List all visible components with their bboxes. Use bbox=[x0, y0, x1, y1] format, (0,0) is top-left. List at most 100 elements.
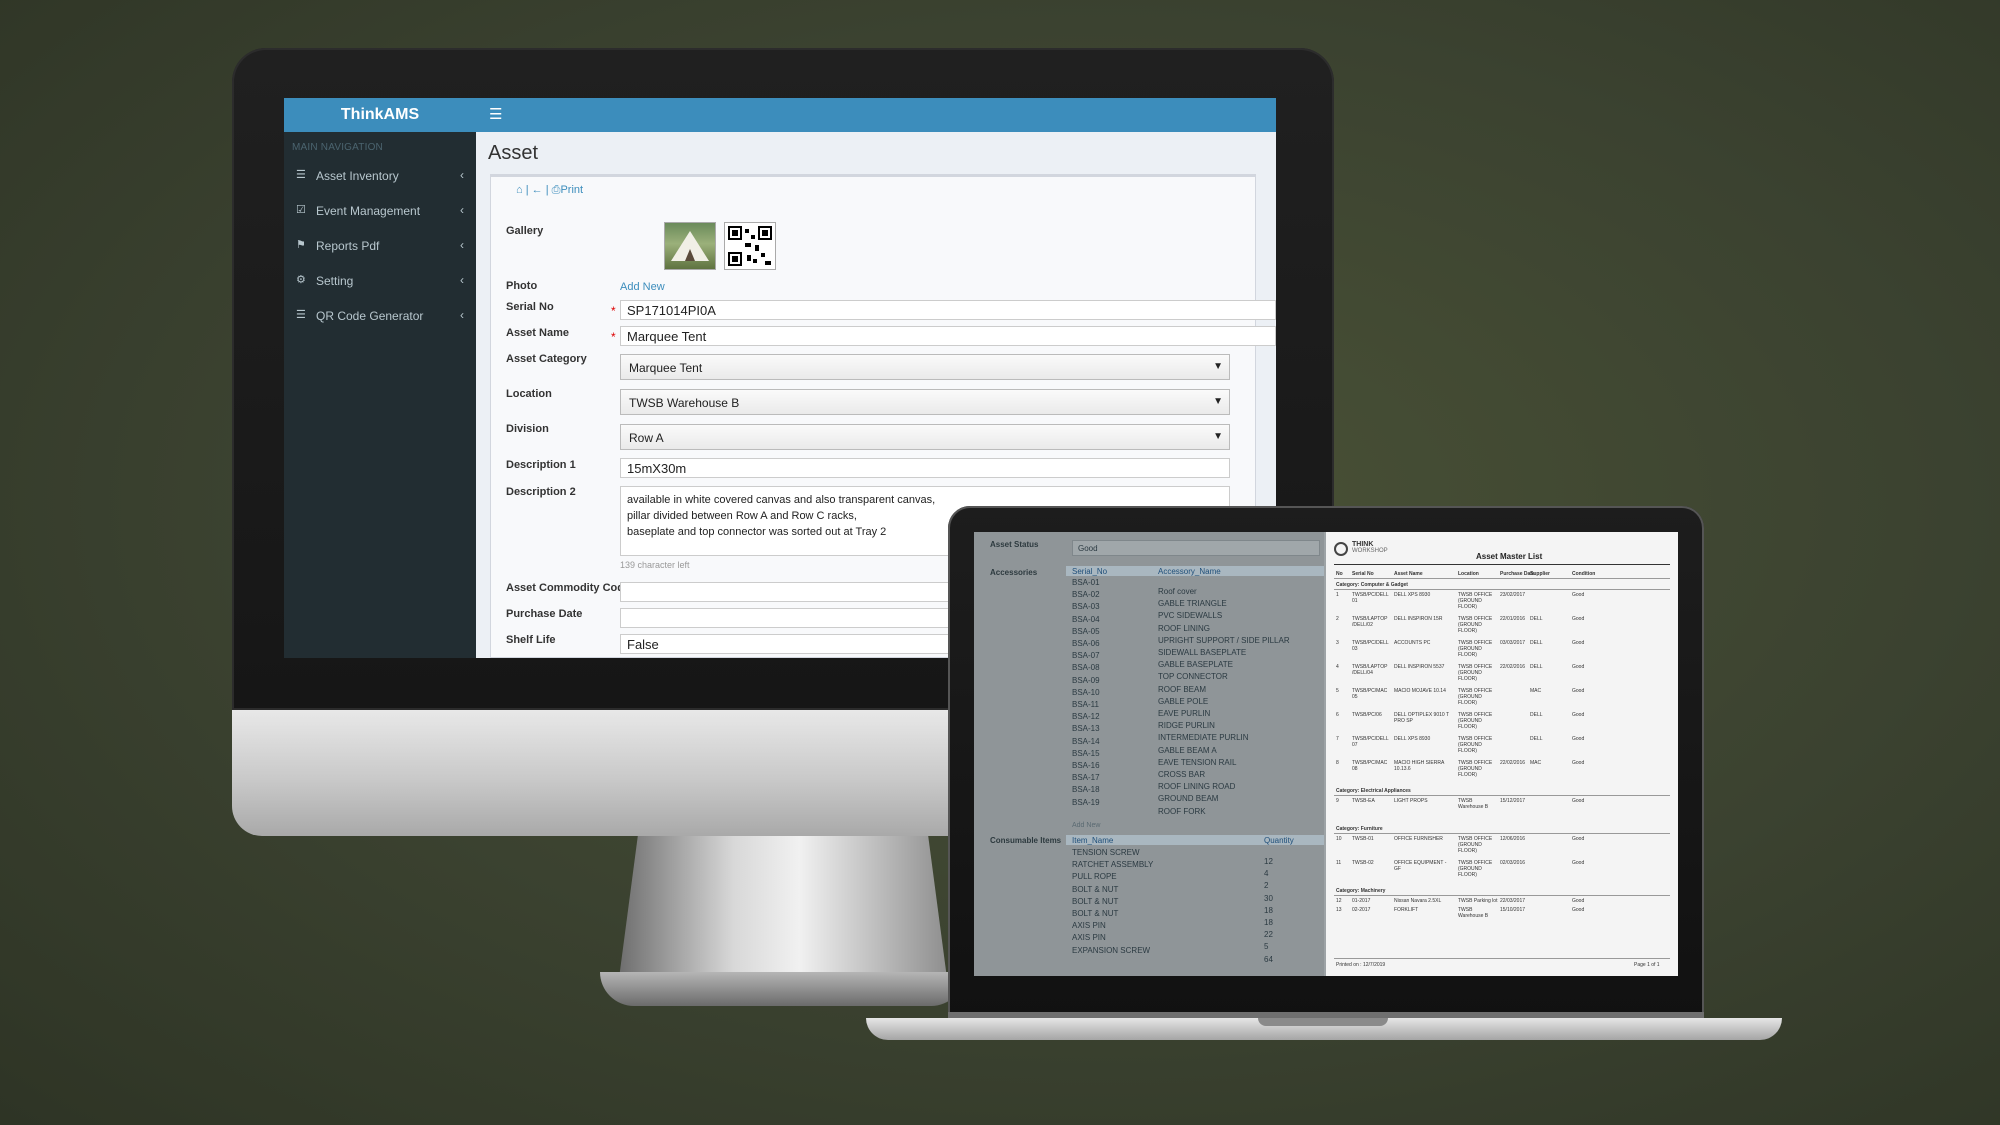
serial-no-input[interactable]: SP171014PI0A bbox=[620, 300, 1276, 320]
report-category: Category: Machinery bbox=[1336, 888, 1386, 894]
gallery-photo-thumbnail[interactable] bbox=[664, 222, 716, 270]
accessory-name: GABLE POLE bbox=[1158, 696, 1209, 706]
accessory-serial: BSA-14 bbox=[1072, 736, 1100, 746]
app-logo[interactable]: ThinkAMS bbox=[284, 98, 476, 132]
report-cell: 12/06/2016 bbox=[1500, 836, 1526, 842]
accessory-row: BSA-18 GROUND BEAM bbox=[1072, 785, 1218, 803]
col-header: Item_Name bbox=[1072, 836, 1114, 845]
list-icon: ☰ bbox=[296, 309, 306, 321]
accessory-name: INTERMEDIATE PURLIN bbox=[1158, 733, 1249, 743]
hamburger-icon[interactable]: ☰ bbox=[489, 105, 502, 123]
accessory-serial: BSA-08 bbox=[1072, 663, 1100, 673]
report-cell: Good bbox=[1572, 760, 1585, 766]
laptop-notch bbox=[1258, 1018, 1388, 1026]
accessory-name: GABLE TRIANGLE bbox=[1158, 599, 1227, 609]
accessory-name: GABLE BASEPLATE bbox=[1158, 660, 1233, 670]
imac-foot bbox=[600, 972, 965, 1006]
report-cell: TWSB Warehouse B bbox=[1458, 798, 1489, 810]
accessory-serial: BSA-12 bbox=[1072, 712, 1100, 722]
report-page-number: Page 1 of 1 bbox=[1634, 962, 1660, 968]
accessory-row: BSA-19 ROOF FORK bbox=[1072, 798, 1206, 816]
accessory-row: BSA-09 ROOF BEAM bbox=[1072, 676, 1206, 694]
report-cell: TWSB OFFICE (GROUND FLOOR) bbox=[1458, 688, 1493, 706]
accessory-serial: BSA-04 bbox=[1072, 614, 1100, 624]
back-arrow-icon[interactable]: ← bbox=[532, 184, 543, 196]
accessories-label: Accessories bbox=[990, 568, 1038, 577]
location-value: TWSB Warehouse B bbox=[629, 396, 740, 410]
asset-category-value: Marquee Tent bbox=[629, 361, 703, 375]
report-cell: MACIO HIGH SIERRA 10.13.6 bbox=[1394, 760, 1445, 772]
list-icon: ☰ bbox=[296, 169, 306, 181]
sidebar-item-asset-inventory[interactable]: ☰ Asset Inventory ‹ bbox=[284, 160, 476, 192]
sidebar-item-qr-code-generator[interactable]: ☰ QR Code Generator ‹ bbox=[284, 300, 476, 332]
accessory-serial: BSA-16 bbox=[1072, 761, 1100, 770]
home-icon[interactable]: ⌂ bbox=[516, 184, 523, 196]
page-title: Asset bbox=[488, 142, 539, 164]
required-marker: * bbox=[611, 330, 616, 344]
accessory-serial: BSA-18 bbox=[1072, 785, 1100, 795]
consumable-row: EXPANSION SCREW 64 bbox=[1072, 946, 1273, 964]
report-cell: TWSB/LAPTOP /DELL/04 bbox=[1352, 664, 1388, 676]
report-cell: 23/02/2017 bbox=[1500, 592, 1526, 598]
report-cell: TWSB/PC/MAC 05 bbox=[1352, 688, 1388, 700]
report-cell: 01-2017 bbox=[1352, 898, 1371, 904]
sidebar-item-label: Reports Pdf bbox=[316, 239, 380, 253]
qr-code-thumbnail[interactable] bbox=[724, 222, 776, 270]
accessories-add-new-link[interactable]: Add New bbox=[1072, 822, 1100, 829]
accessory-name: Roof cover bbox=[1158, 587, 1197, 596]
consumable-name: PULL ROPE bbox=[1072, 872, 1117, 882]
report-cell: DELL XPS 8930 bbox=[1394, 736, 1431, 742]
gears-icon: ⚙ bbox=[296, 274, 306, 286]
char-counter: 139 character left bbox=[620, 560, 690, 570]
report-cell: FORKLIFT bbox=[1394, 907, 1419, 913]
print-link[interactable]: Print bbox=[560, 184, 583, 196]
accessory-row: BSA-01 Roof cover bbox=[1072, 578, 1197, 596]
asset-category-select[interactable]: Marquee Tent ▼ bbox=[620, 354, 1230, 380]
asset-status-input[interactable]: Good bbox=[1072, 540, 1320, 556]
sidebar-item-event-management[interactable]: ☑ Event Management ‹ bbox=[284, 195, 476, 227]
accessory-serial: BSA-15 bbox=[1072, 748, 1100, 758]
accessory-row: BSA-16 CROSS BAR bbox=[1072, 761, 1205, 779]
consumables-label: Consumable Items bbox=[990, 836, 1062, 845]
consumable-row: AXIS PIN 22 bbox=[1072, 921, 1273, 939]
laptop-screen: Asset Status Good Accessories Serial_No A… bbox=[974, 532, 1678, 976]
flag-icon: ⚑ bbox=[296, 239, 306, 251]
location-label: Location bbox=[506, 388, 552, 400]
commodity-code-label: Asset Commodity Code bbox=[506, 582, 631, 594]
dropdown-arrow-icon: ▼ bbox=[1213, 396, 1223, 407]
consumable-quantity: 18 bbox=[1264, 905, 1273, 915]
report-cell: DELL bbox=[1530, 712, 1543, 718]
accessory-row: BSA-05 UPRIGHT SUPPORT / SIDE PILLAR bbox=[1072, 627, 1290, 645]
report-category: Category: Electrical Appliances bbox=[1336, 788, 1411, 794]
division-select[interactable]: Row A ▼ bbox=[620, 424, 1230, 450]
description-1-input[interactable]: 15mX30m bbox=[620, 458, 1230, 478]
report-cell: Good bbox=[1572, 736, 1585, 742]
location-select[interactable]: TWSB Warehouse B ▼ bbox=[620, 389, 1230, 415]
report-cell: TWSB OFFICE (GROUND FLOOR) bbox=[1458, 712, 1493, 730]
asset-name-input[interactable]: Marquee Tent bbox=[620, 326, 1276, 346]
report-cell: TWSB/PC/DELL 07 bbox=[1352, 736, 1389, 748]
sidebar-item-label: QR Code Generator bbox=[316, 309, 424, 323]
sidebar-item-setting[interactable]: ⚙ Setting ‹ bbox=[284, 265, 476, 297]
sidebar-item-label: Event Management bbox=[316, 204, 421, 218]
consumable-quantity: 22 bbox=[1264, 930, 1273, 940]
accessory-row: BSA-03 PVC SIDEWALLS bbox=[1072, 602, 1222, 620]
chevron-left-icon: ‹ bbox=[460, 168, 464, 182]
report-cell: Good bbox=[1572, 860, 1585, 866]
consumable-row: TENSION SCREW 12 bbox=[1072, 848, 1273, 866]
report-cell: Good bbox=[1572, 898, 1585, 904]
qr-code-icon bbox=[728, 226, 772, 266]
logo-subtext: WORKSHOP bbox=[1352, 548, 1388, 554]
sidebar-item-reports-pdf[interactable]: ⚑ Reports Pdf ‹ bbox=[284, 230, 476, 262]
report-cell: MAC bbox=[1530, 760, 1542, 766]
accessory-serial: BSA-11 bbox=[1072, 700, 1099, 709]
accessory-serial: BSA-10 bbox=[1072, 687, 1100, 697]
report-col-header: No bbox=[1336, 571, 1343, 577]
sidebar-item-label: Setting bbox=[316, 274, 354, 288]
accessory-serial: BSA-06 bbox=[1072, 639, 1100, 648]
accessory-name: ROOF LINING bbox=[1158, 623, 1211, 633]
add-photo-link[interactable]: Add New bbox=[620, 281, 665, 293]
report-cell: TWSB/PC/DELL 01 bbox=[1352, 592, 1389, 604]
required-marker: * bbox=[611, 304, 616, 318]
report-cell: DELL INSPIRON 5537 bbox=[1394, 664, 1445, 670]
